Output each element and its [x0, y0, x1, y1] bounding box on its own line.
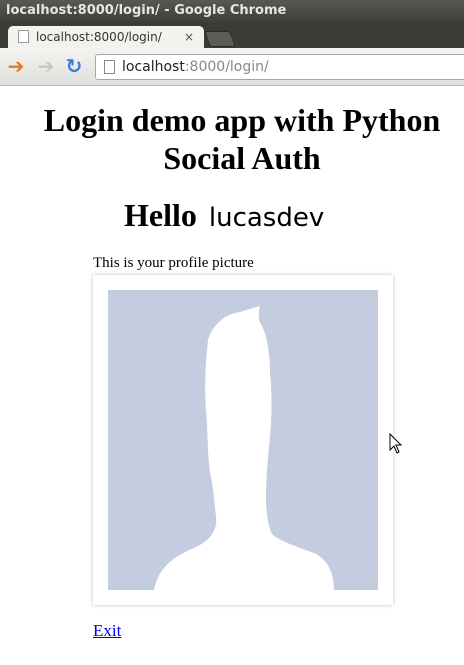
- tab-strip: localhost:8000/login/ ×: [0, 22, 464, 48]
- reload-icon[interactable]: ↻: [62, 54, 86, 78]
- page-icon: [104, 60, 115, 74]
- close-tab-button[interactable]: ×: [184, 26, 194, 48]
- page-icon: [18, 30, 29, 43]
- window-title: localhost:8000/login/ - Google Chrome: [0, 0, 464, 22]
- profile-picture-caption: This is your profile picture: [93, 255, 254, 271]
- mouse-cursor-icon: [389, 433, 403, 454]
- exit-link[interactable]: Exit: [93, 621, 121, 641]
- page-title: Login demo app with Python Social Auth: [43, 102, 441, 176]
- username: lucasdev: [208, 203, 325, 233]
- back-arrow-icon[interactable]: ➔: [4, 54, 28, 78]
- page-content: Login demo app with Python Social Auth H…: [0, 87, 464, 665]
- tab-label: localhost:8000/login/: [36, 30, 162, 44]
- profile-picture: [93, 275, 393, 605]
- tab-localhost-login[interactable]: localhost:8000/login/ ×: [8, 26, 204, 48]
- greeting: Hello lucasdev: [124, 197, 324, 234]
- url-text: localhost:8000/login/: [122, 59, 269, 75]
- forward-arrow-icon[interactable]: ➔: [34, 54, 58, 78]
- hello-text: Hello: [124, 197, 197, 233]
- new-tab-button[interactable]: [204, 31, 236, 47]
- default-avatar-icon: [108, 290, 378, 590]
- browser-toolbar: ➔ ➔ ↻ localhost:8000/login/: [0, 48, 464, 86]
- address-bar[interactable]: localhost:8000/login/: [95, 54, 464, 80]
